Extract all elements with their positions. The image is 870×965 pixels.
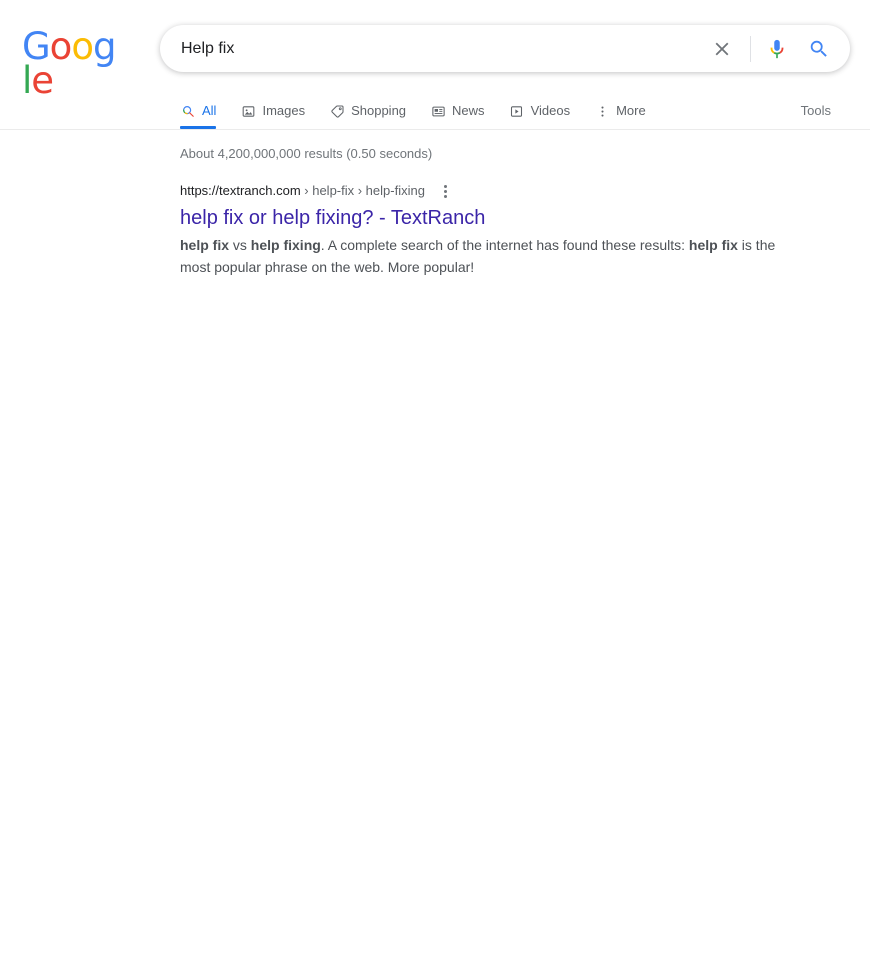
search-submit-button[interactable]	[805, 35, 833, 63]
tab-label: All	[202, 103, 217, 118]
result-options-button[interactable]	[435, 182, 457, 200]
microphone-icon	[770, 39, 784, 58]
newspaper-icon	[430, 103, 446, 119]
nav-tab-list: All Images Shopping News Videos More	[180, 93, 670, 130]
search-icon	[810, 40, 827, 57]
result-url-row: https://textranch.com › help-fix › help-…	[180, 182, 780, 200]
close-icon	[715, 42, 729, 55]
result-url-path: › help-fix › help-fixing	[300, 183, 425, 198]
tab-label: News	[452, 103, 485, 118]
more-vertical-icon	[594, 103, 610, 119]
result-stats: About 4,200,000,000 results (0.50 second…	[180, 146, 433, 161]
logo-letter-g2: g	[92, 25, 116, 68]
result-url-domain: https://textranch.com	[180, 183, 301, 198]
result-url[interactable]: https://textranch.com › help-fix › help-…	[180, 182, 425, 200]
active-tab-indicator	[180, 126, 217, 129]
video-play-icon	[509, 103, 525, 119]
tab-videos[interactable]: Videos	[509, 93, 571, 129]
more-vertical-icon-dot	[444, 194, 448, 198]
search-box-icons	[708, 26, 849, 71]
search-header: Google Help fix All Images Shopping News…	[0, 0, 870, 130]
tab-news[interactable]: News	[430, 93, 485, 129]
tab-images[interactable]: Images	[240, 93, 305, 129]
voice-search-button[interactable]	[763, 35, 791, 63]
search-box[interactable]	[160, 25, 850, 72]
more-vertical-icon-dot	[444, 189, 448, 193]
search-nav: All Images Shopping News Videos More Too…	[0, 93, 870, 130]
tab-label: More	[616, 103, 646, 118]
tab-all[interactable]: All	[180, 93, 217, 129]
more-vertical-icon-dot	[444, 184, 448, 188]
tag-icon	[329, 103, 345, 119]
logo-letter-o2: o	[71, 25, 94, 68]
tab-label: Images	[262, 103, 306, 118]
tab-more[interactable]: More	[594, 93, 646, 129]
search-input[interactable]	[161, 26, 708, 71]
tab-label: Shopping	[351, 103, 407, 118]
tools-button[interactable]: Tools	[801, 93, 831, 129]
tab-label: Videos	[530, 103, 571, 118]
google-logo[interactable]: Google	[22, 25, 116, 99]
search-box-divider	[750, 35, 751, 62]
search-icon	[180, 103, 196, 119]
clear-search-button[interactable]	[708, 35, 736, 63]
tab-shopping[interactable]: Shopping	[329, 93, 406, 129]
image-icon	[240, 103, 256, 119]
search-result-item: https://textranch.com › help-fix › help-…	[180, 182, 780, 278]
result-snippet: help fix vs help fixing. A complete sear…	[180, 237, 776, 275]
result-title-link[interactable]: help fix or help fixing? - TextRanch	[180, 205, 780, 231]
